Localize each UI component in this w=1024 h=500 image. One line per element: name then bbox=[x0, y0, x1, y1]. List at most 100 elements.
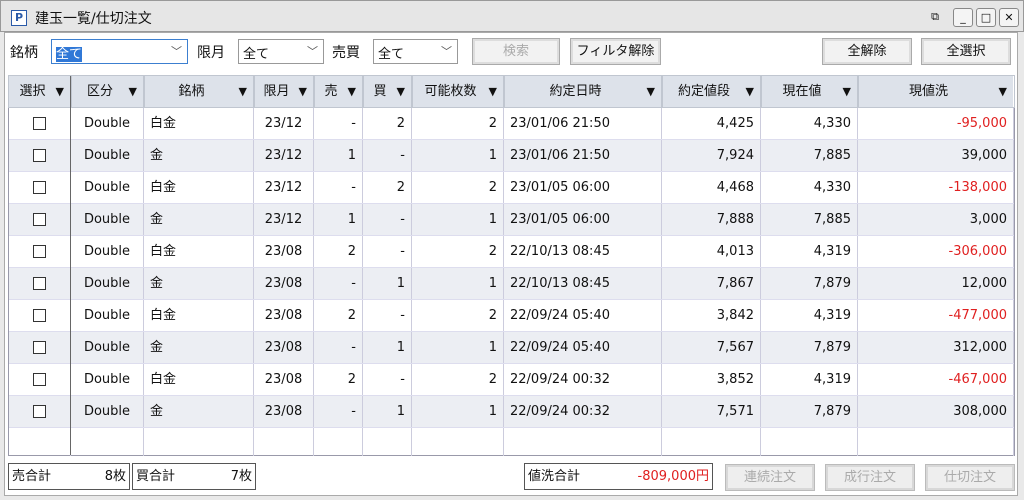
clear-filter-button[interactable]: フィルタ解除 bbox=[570, 38, 661, 65]
table-row[interactable]: Double 白金 23/08 2-2 22/09/24 00:32 3,852 4,319… bbox=[9, 364, 1014, 396]
table-row[interactable]: Double 白金 23/12-2 2 23/01/06 21:50 4,425 4,330… bbox=[9, 108, 1014, 140]
column-header[interactable]: 現在値 ▼ bbox=[760, 75, 859, 108]
pl-total-label: 値洗合計 bbox=[528, 469, 581, 484]
minimize-button[interactable]: _ bbox=[953, 8, 973, 27]
table-header: 選択 ▼ 区分 ▼ 銘柄 ▼ 限月 ▼ 売 ▼ 買 ▼ 可能枚数 ▼ 約定日時 ▼ 約定値段 ▼ 現在値 ▼ 現値洗 ▼ bbox=[8, 75, 1015, 108]
select-all-button[interactable]: 全選択 bbox=[921, 38, 1011, 65]
checkbox[interactable] bbox=[33, 309, 46, 322]
chevron-down-icon: ﹀ bbox=[171, 45, 182, 58]
meigara-select[interactable]: 全て ﹀ bbox=[51, 39, 188, 64]
select-checkbox-cell[interactable] bbox=[9, 332, 71, 363]
select-checkbox-cell[interactable] bbox=[9, 300, 71, 331]
buy-total: 買合計 7枚 bbox=[132, 463, 256, 490]
search-button[interactable]: 検索 bbox=[472, 38, 560, 65]
gengetsu-value: 全て bbox=[243, 47, 270, 62]
checkbox[interactable] bbox=[33, 149, 46, 162]
column-header[interactable]: 現値洗 ▼ bbox=[857, 75, 1015, 108]
select-checkbox-cell[interactable] bbox=[9, 108, 71, 139]
cell-datetime: 22/10/13 08:45 bbox=[504, 268, 662, 299]
restore-windows-icon[interactable]: ⧉ bbox=[925, 8, 945, 27]
column-header[interactable]: 可能枚数 ▼ bbox=[411, 75, 505, 108]
cell-gengetsu: 23/12 bbox=[254, 140, 314, 171]
filter-icon[interactable]: ▼ bbox=[489, 76, 497, 107]
cell-meigara: 金 bbox=[144, 396, 254, 427]
column-header[interactable]: 区分 ▼ bbox=[70, 75, 145, 108]
cell-gengetsu: 23/08 bbox=[254, 396, 314, 427]
sell-total: 売合計 8枚 bbox=[8, 463, 130, 490]
select-checkbox-cell[interactable] bbox=[9, 236, 71, 267]
column-header[interactable]: 買 ▼ bbox=[362, 75, 413, 108]
cell-kubun: Double bbox=[71, 236, 144, 267]
checkbox[interactable] bbox=[33, 213, 46, 226]
cell-sell: - bbox=[314, 172, 363, 203]
filter-icon[interactable]: ▼ bbox=[348, 76, 356, 107]
cell-gengetsu: 23/08 bbox=[254, 268, 314, 299]
checkbox[interactable] bbox=[33, 181, 46, 194]
column-header[interactable]: 限月 ▼ bbox=[253, 75, 315, 108]
table-row[interactable]: Double 白金 23/12-2 2 23/01/05 06:00 4,468 4,330… bbox=[9, 172, 1014, 204]
cell-price: 7,867 bbox=[662, 268, 761, 299]
cell-sell: 2 bbox=[314, 364, 363, 395]
filter-icon[interactable]: ▼ bbox=[397, 76, 405, 107]
cell-current: 7,879 bbox=[761, 268, 858, 299]
cell-gengetsu: 23/08 bbox=[254, 236, 314, 267]
cell-kubun: Double bbox=[71, 268, 144, 299]
filter-icon[interactable]: ▼ bbox=[129, 76, 137, 107]
select-checkbox-cell[interactable] bbox=[9, 268, 71, 299]
cell-datetime: 22/09/24 00:32 bbox=[504, 364, 662, 395]
filter-icon[interactable]: ▼ bbox=[299, 76, 307, 107]
filter-icon[interactable]: ▼ bbox=[999, 76, 1007, 107]
column-header-label: 区分 bbox=[86, 84, 113, 99]
filter-icon[interactable]: ▼ bbox=[239, 76, 247, 107]
cell-sell: 2 bbox=[314, 236, 363, 267]
sell-total-label: 売合計 bbox=[12, 469, 52, 484]
gengetsu-select[interactable]: 全て ﹀ bbox=[238, 39, 324, 64]
close-order-button[interactable]: 仕切注文 bbox=[925, 464, 1015, 491]
baibai-select[interactable]: 全て ﹀ bbox=[373, 39, 458, 64]
filter-icon[interactable]: ▼ bbox=[647, 76, 655, 107]
select-checkbox-cell[interactable] bbox=[9, 140, 71, 171]
market-order-button[interactable]: 成行注文 bbox=[825, 464, 915, 491]
checkbox[interactable] bbox=[33, 341, 46, 354]
cell-kubun: Double bbox=[71, 396, 144, 427]
column-header[interactable]: 約定日時 ▼ bbox=[503, 75, 663, 108]
table-row[interactable]: Double 金 23/12 1-1 23/01/06 21:50 7,924 7,885 3… bbox=[9, 140, 1014, 172]
cell-pl: 312,000 bbox=[858, 332, 1014, 363]
table-row[interactable]: Double 金 23/08-1 1 22/09/24 00:32 7,571 7,879 3… bbox=[9, 396, 1014, 428]
cell-current: 4,319 bbox=[761, 364, 858, 395]
select-checkbox-cell[interactable] bbox=[9, 204, 71, 235]
column-header[interactable]: 選択 ▼ bbox=[8, 75, 72, 108]
baibai-value: 全て bbox=[378, 47, 405, 62]
select-checkbox-cell[interactable] bbox=[9, 364, 71, 395]
cell-pl: 3,000 bbox=[858, 204, 1014, 235]
table-row[interactable]: Double 金 23/08-1 1 22/09/24 05:40 7,567 7,879 3… bbox=[9, 332, 1014, 364]
checkbox[interactable] bbox=[33, 373, 46, 386]
cell-buy: 1 bbox=[363, 332, 412, 363]
table-row[interactable]: Double 金 23/08-1 1 22/10/13 08:45 7,867 7,879 1… bbox=[9, 268, 1014, 300]
checkbox[interactable] bbox=[33, 117, 46, 130]
cell-qty: 2 bbox=[412, 172, 504, 203]
column-header[interactable]: 約定値段 ▼ bbox=[661, 75, 762, 108]
filter-icon[interactable]: ▼ bbox=[746, 76, 754, 107]
cell-price: 7,567 bbox=[662, 332, 761, 363]
checkbox[interactable] bbox=[33, 405, 46, 418]
select-checkbox-cell[interactable] bbox=[9, 396, 71, 427]
close-button[interactable]: ✕ bbox=[999, 8, 1019, 27]
column-header[interactable]: 売 ▼ bbox=[313, 75, 364, 108]
filter-icon[interactable]: ▼ bbox=[843, 76, 851, 107]
checkbox[interactable] bbox=[33, 245, 46, 258]
column-header[interactable]: 銘柄 ▼ bbox=[143, 75, 255, 108]
table-row[interactable]: Double 白金 23/08 2-2 22/09/24 05:40 3,842 4,319… bbox=[9, 300, 1014, 332]
checkbox[interactable] bbox=[33, 277, 46, 290]
table-row[interactable]: Double 金 23/12 1-1 23/01/05 06:00 7,888 7,885 3… bbox=[9, 204, 1014, 236]
table-row[interactable]: Double 白金 23/08 2-2 22/10/13 08:45 4,013 4,319… bbox=[9, 236, 1014, 268]
deselect-all-button[interactable]: 全解除 bbox=[822, 38, 912, 65]
cell-price: 7,888 bbox=[662, 204, 761, 235]
filter-icon[interactable]: ▼ bbox=[56, 76, 64, 107]
renzoku-order-button[interactable]: 連続注文 bbox=[725, 464, 815, 491]
gengetsu-label: 限月 bbox=[197, 45, 225, 61]
select-checkbox-cell[interactable] bbox=[9, 172, 71, 203]
maximize-button[interactable]: □ bbox=[976, 8, 996, 27]
column-header-label: 買 bbox=[373, 84, 387, 99]
cell-buy: - bbox=[363, 300, 412, 331]
